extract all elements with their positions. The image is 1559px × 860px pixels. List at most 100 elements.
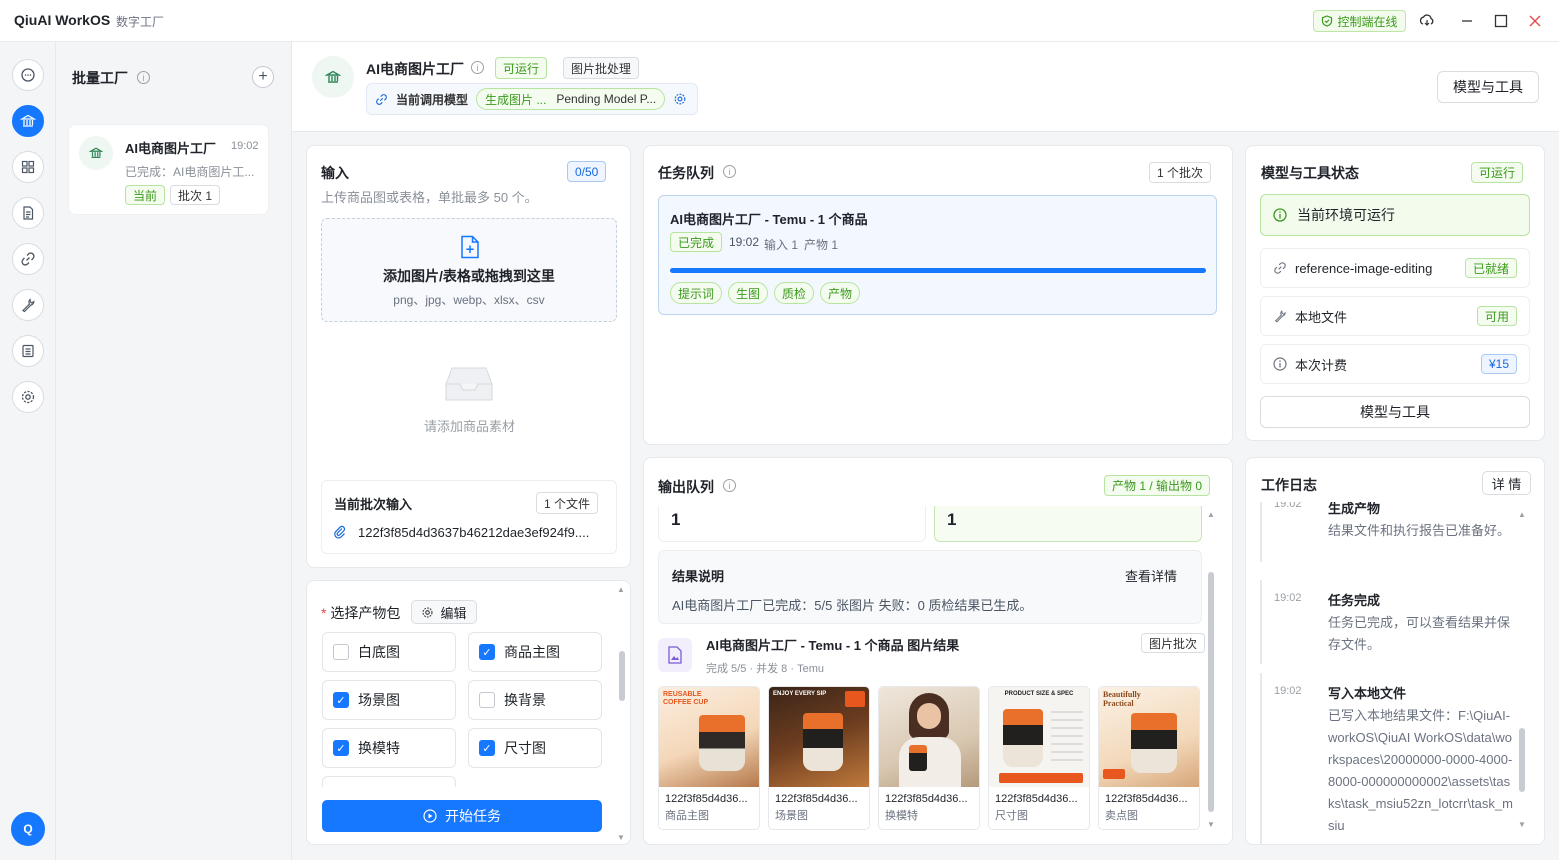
minimize-icon[interactable] bbox=[1456, 10, 1478, 32]
scroll-down-arrow[interactable]: ▼ bbox=[617, 833, 625, 842]
option-change-bg[interactable]: 换背景 bbox=[468, 680, 602, 720]
checkbox-size-chart[interactable]: ✓ bbox=[479, 740, 495, 756]
step-qc-tag: 质检 bbox=[774, 282, 815, 304]
info-circle-icon bbox=[1273, 357, 1287, 371]
log-entry-text: 已写入本地结果文件：F:\QiuAI-workOS\QiuAI WorkOS\d… bbox=[1328, 708, 1513, 833]
step-prompt-tag: 提示词 bbox=[670, 282, 723, 304]
model-tools-panel-button[interactable]: 模型与工具 bbox=[1260, 396, 1530, 428]
option-scene[interactable]: ✓ 场景图 bbox=[322, 680, 456, 720]
upload-dropzone[interactable]: 添加图片/表格或拖拽到这里 png、jpg、webp、xlsx、csv bbox=[321, 218, 617, 322]
maximize-icon[interactable] bbox=[1490, 10, 1512, 32]
scroll-down-arrow[interactable]: ▼ bbox=[1207, 820, 1215, 829]
result-thumbnail[interactable]: PRODUCT SIZE & SPEC 122f3f85d4d36... 尺寸图 bbox=[988, 686, 1090, 830]
info-icon[interactable]: i bbox=[471, 61, 484, 74]
batch-input-title: 当前批次输入 bbox=[334, 497, 413, 512]
scroll-up-arrow[interactable]: ▲ bbox=[1518, 510, 1526, 519]
user-avatar[interactable]: Q bbox=[11, 812, 45, 846]
apps-grid-icon[interactable] bbox=[12, 151, 44, 183]
model-label: 当前调用模型 bbox=[396, 92, 469, 107]
edit-pack-button[interactable]: 编辑 bbox=[411, 600, 477, 624]
model-chip-name: Pending Model P... bbox=[556, 92, 657, 106]
checkbox-change-model[interactable]: ✓ bbox=[333, 740, 349, 756]
info-icon[interactable]: i bbox=[723, 479, 736, 492]
log-entry-title: 任务完成 bbox=[1328, 593, 1381, 608]
input-hint: 上传商品图或表格，单批最多 50 个。 bbox=[321, 190, 538, 205]
log-scrollbar[interactable] bbox=[1519, 728, 1525, 792]
gear-icon[interactable] bbox=[673, 92, 687, 106]
image-caption: 卖点图 bbox=[1105, 810, 1138, 822]
model-bar: 当前调用模型 生成图片 ... Pending Model P... bbox=[366, 83, 698, 115]
product-pack-label: * 选择产物包 bbox=[321, 605, 401, 621]
scroll-down-arrow[interactable]: ▼ bbox=[1518, 820, 1526, 829]
current-tag: 当前 bbox=[125, 185, 166, 205]
option-main-image[interactable]: ✓ 商品主图 bbox=[468, 632, 602, 672]
list-icon[interactable] bbox=[12, 335, 44, 367]
step-output-tag: 产物 bbox=[820, 282, 861, 304]
task-item-title: AI电商图片工厂 - Temu - 1 个商品 bbox=[670, 212, 868, 227]
log-entry-title: 写入本地文件 bbox=[1328, 686, 1407, 701]
checkbox-white-bg[interactable] bbox=[333, 644, 349, 660]
step-generate-tag: 生图 bbox=[728, 282, 769, 304]
document-icon[interactable] bbox=[12, 197, 44, 229]
gear-icon bbox=[422, 607, 433, 617]
task-queue-panel: 任务队列 i 1 个批次 AI电商图片工厂 - Temu - 1 个商品 已完成… bbox=[643, 145, 1233, 445]
factory-logo-icon bbox=[312, 56, 354, 98]
output-scrollbar[interactable] bbox=[1208, 572, 1214, 812]
wrench-icon[interactable] bbox=[12, 289, 44, 321]
control-status-badge[interactable]: 控制端在线 bbox=[1313, 10, 1406, 32]
type-tag: 图片批处理 bbox=[563, 57, 640, 79]
view-details-link[interactable]: 查看详情 bbox=[1125, 566, 1177, 585]
checkbox-change-bg[interactable] bbox=[479, 692, 495, 708]
option-label: 尺寸图 bbox=[504, 740, 546, 756]
link-icon[interactable] bbox=[12, 243, 44, 275]
status-row-label: 本地文件 bbox=[1295, 309, 1348, 325]
page-title: AI电商图片工厂 bbox=[366, 61, 464, 77]
info-icon[interactable]: i bbox=[723, 165, 736, 178]
option-label: 商品主图 bbox=[504, 644, 560, 660]
checkbox-main-image[interactable]: ✓ bbox=[479, 644, 495, 660]
result-thumbnail[interactable]: 122f3f85d4d36... 换模特 bbox=[878, 686, 980, 830]
log-detail-button[interactable]: 详 情 bbox=[1482, 471, 1531, 495]
model-chip[interactable]: 生成图片 ... Pending Model P... bbox=[476, 88, 666, 110]
image-overlay-text: ENJOY EVERY SIP bbox=[773, 691, 827, 697]
model-chip-type: 生成图片 ... bbox=[485, 92, 547, 107]
product-scrollbar[interactable] bbox=[619, 651, 625, 701]
add-project-button[interactable]: + bbox=[252, 66, 274, 88]
nav-rail: Q bbox=[0, 42, 56, 860]
chat-icon[interactable] bbox=[12, 59, 44, 91]
input-title: 输入 bbox=[321, 165, 349, 181]
result-title: 结果说明 bbox=[672, 569, 725, 584]
checkbox-scene[interactable]: ✓ bbox=[333, 692, 349, 708]
scroll-up-arrow[interactable]: ▲ bbox=[617, 585, 625, 594]
image-file-name: 122f3f85d4d36... bbox=[995, 793, 1078, 805]
status-row-model: reference-image-editing 已就绪 bbox=[1260, 248, 1530, 288]
model-tools-button[interactable]: 模型与工具 bbox=[1437, 71, 1539, 103]
scroll-up-arrow[interactable]: ▲ bbox=[1207, 510, 1215, 519]
info-icon[interactable]: i bbox=[137, 71, 150, 84]
sidebar: 批量工厂 i + AI电商图片工厂 19:02 已完成：AI电商图片工... 当… bbox=[56, 42, 292, 860]
edit-label: 编辑 bbox=[440, 605, 467, 621]
batch-file-name[interactable]: 122f3f85d4d3637b46212dae3ef924f9.... bbox=[358, 525, 606, 540]
project-desc: 已完成：AI电商图片工... bbox=[125, 165, 255, 179]
result-thumbnail[interactable]: REUSABLE COFFEE CUP 122f3f85d4d36... 商品主… bbox=[658, 686, 760, 830]
sync-icon[interactable] bbox=[1416, 10, 1438, 32]
option-size-chart[interactable]: ✓ 尺寸图 bbox=[468, 728, 602, 768]
option-white-bg[interactable]: 白底图 bbox=[322, 632, 456, 672]
project-card[interactable]: AI电商图片工厂 19:02 已完成：AI电商图片工... 当前 批次 1 bbox=[68, 124, 269, 215]
close-icon[interactable] bbox=[1524, 10, 1546, 32]
input-count: 0/50 bbox=[567, 161, 607, 182]
result-thumbnail[interactable]: ENJOY EVERY SIP 122f3f85d4d36... 场景图 bbox=[768, 686, 870, 830]
task-item[interactable]: AI电商图片工厂 - Temu - 1 个商品 已完成 19:02 输入 1 产… bbox=[658, 195, 1217, 315]
result-text: AI电商图片工厂已完成：5/5 张图片 失败：0 质检结果已生成。 bbox=[672, 598, 1033, 613]
factory-icon[interactable] bbox=[12, 105, 44, 137]
result-thumbnail[interactable]: Beautifully Practical 122f3f85d4d36... 卖… bbox=[1098, 686, 1200, 830]
option-label: 白底图 bbox=[358, 644, 400, 660]
option-change-model[interactable]: ✓ 换模特 bbox=[322, 728, 456, 768]
log-entry: 19:02 写入本地文件 已写入本地结果文件：F:\QiuAI-workOS\Q… bbox=[1260, 673, 1522, 844]
project-name: AI电商图片工厂 bbox=[125, 141, 217, 156]
env-status-banner: 当前环境可运行 bbox=[1260, 194, 1530, 236]
start-task-button[interactable]: 开始任务 bbox=[322, 800, 602, 832]
settings-gear-icon[interactable] bbox=[12, 381, 44, 413]
gallery-tag: 图片批次 bbox=[1141, 633, 1206, 653]
shield-check-icon bbox=[1322, 15, 1333, 27]
